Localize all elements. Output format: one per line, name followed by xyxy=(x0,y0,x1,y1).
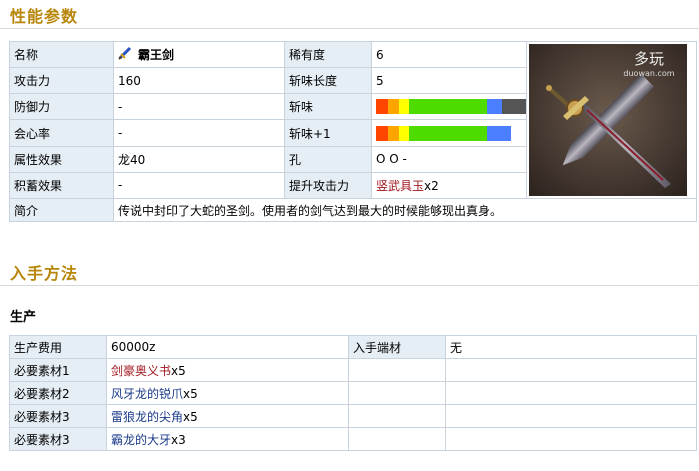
weapon-image: 多玩 duowan.com xyxy=(529,44,687,196)
attack-value: 160 xyxy=(113,67,285,95)
sharpness-segment xyxy=(409,125,487,141)
sharpness-segment xyxy=(409,99,487,115)
boost-item-link[interactable]: 竖武具玉 xyxy=(376,179,424,193)
defense-label: 防御力 xyxy=(9,93,114,121)
sharpness-plus-label: 斩味+1 xyxy=(284,119,372,147)
sharpness-cell xyxy=(371,93,527,121)
sharpness-label: 斩味 xyxy=(284,93,372,121)
element-label: 属性效果 xyxy=(9,145,114,173)
boost-qty: x2 xyxy=(424,178,439,193)
boost-label: 提升攻击力 xyxy=(284,171,372,200)
material-qty: x5 xyxy=(183,409,198,424)
sharpness-segment xyxy=(376,125,388,141)
sharpness-segment xyxy=(398,125,409,141)
boost-cell: 竖武具玉x2 xyxy=(371,171,527,200)
material-link[interactable]: 风牙龙的锐爪 xyxy=(111,387,183,401)
great-sword-icon xyxy=(118,46,132,63)
sharpness-plus-cell xyxy=(371,119,527,147)
watermark-logo: 多玩 xyxy=(634,50,664,68)
material-qty: x3 xyxy=(171,432,186,447)
sharpness-segment xyxy=(398,99,409,115)
production-subtitle: 生产 xyxy=(10,310,37,325)
slots-value: O O - xyxy=(371,145,527,173)
element-value: 龙40 xyxy=(113,145,285,173)
source-label: 入手端材 xyxy=(348,335,446,359)
material-row: 必要素材3 霸龙的大牙x3 xyxy=(9,427,697,451)
sharpness-segment xyxy=(388,125,399,141)
weapon-image-cell: 多玩 duowan.com xyxy=(526,41,697,199)
material-row: 必要素材3 雷狼龙的尖角x5 xyxy=(9,404,697,428)
cost-label: 生产费用 xyxy=(9,335,107,359)
length-label: 斩味长度 xyxy=(284,67,372,95)
sharpness-segment xyxy=(487,99,502,115)
material-qty: x5 xyxy=(183,386,198,401)
material-qty: x5 xyxy=(171,363,186,378)
slots-label: 孔 xyxy=(284,145,372,173)
material-row: 必要素材2 风牙龙的锐爪x5 xyxy=(9,381,697,405)
weapon-name-cell: 霸王剑 xyxy=(113,40,285,69)
material-label: 必要素材2 xyxy=(9,381,107,405)
rarity-label: 稀有度 xyxy=(284,40,372,69)
weapon-name: 霸王剑 xyxy=(138,48,175,63)
desc-label: 简介 xyxy=(9,198,114,222)
affinity-value: - xyxy=(113,119,285,147)
attack-label: 攻击力 xyxy=(9,67,114,95)
sharpness-segment xyxy=(388,99,399,115)
specs-section-title: 性能参数 xyxy=(10,7,79,26)
sharpness-segment xyxy=(502,99,526,115)
material-row: 必要素材1 剑豪奥义书x5 xyxy=(9,358,697,382)
material-label: 必要素材3 xyxy=(9,427,107,451)
material-label: 必要素材3 xyxy=(9,404,107,428)
affinity-label: 会心率 xyxy=(9,119,114,147)
length-value: 5 xyxy=(371,67,527,95)
section-divider xyxy=(0,28,699,29)
material-link[interactable]: 霸龙的大牙 xyxy=(111,433,171,447)
desc-value: 传说中封印了大蛇的圣剑。使用者的剑气达到最大的时候能够现出真身。 xyxy=(113,198,697,222)
name-label: 名称 xyxy=(9,40,114,69)
sharpness-segment xyxy=(376,99,388,115)
sharpness-plus-bar xyxy=(376,125,526,141)
material-link[interactable]: 雷狼龙的尖角 xyxy=(111,410,183,424)
charge-value: - xyxy=(113,171,285,200)
production-table: 生产费用 60000z 入手端材 无 必要素材1 剑豪奥义书x5 必要素材2 风… xyxy=(9,335,697,451)
defense-value: - xyxy=(113,93,285,121)
material-label: 必要素材1 xyxy=(9,358,107,382)
sharpness-segment xyxy=(511,125,526,141)
specs-table: 名称 霸王剑 稀有度 6 多玩 duowan.com 攻击力 160 斩味长度 … xyxy=(9,40,697,222)
watermark-site: duowan.com xyxy=(623,69,674,78)
sharpness-segment xyxy=(487,125,511,141)
section-divider xyxy=(0,285,699,286)
charge-label: 积蓄效果 xyxy=(9,171,114,200)
rarity-value: 6 xyxy=(371,40,527,69)
cost-value: 60000z xyxy=(106,335,349,359)
obtain-section-title: 入手方法 xyxy=(10,264,79,283)
material-link[interactable]: 剑豪奥义书 xyxy=(111,364,171,378)
sharpness-bar xyxy=(376,99,526,115)
source-value: 无 xyxy=(445,335,697,359)
